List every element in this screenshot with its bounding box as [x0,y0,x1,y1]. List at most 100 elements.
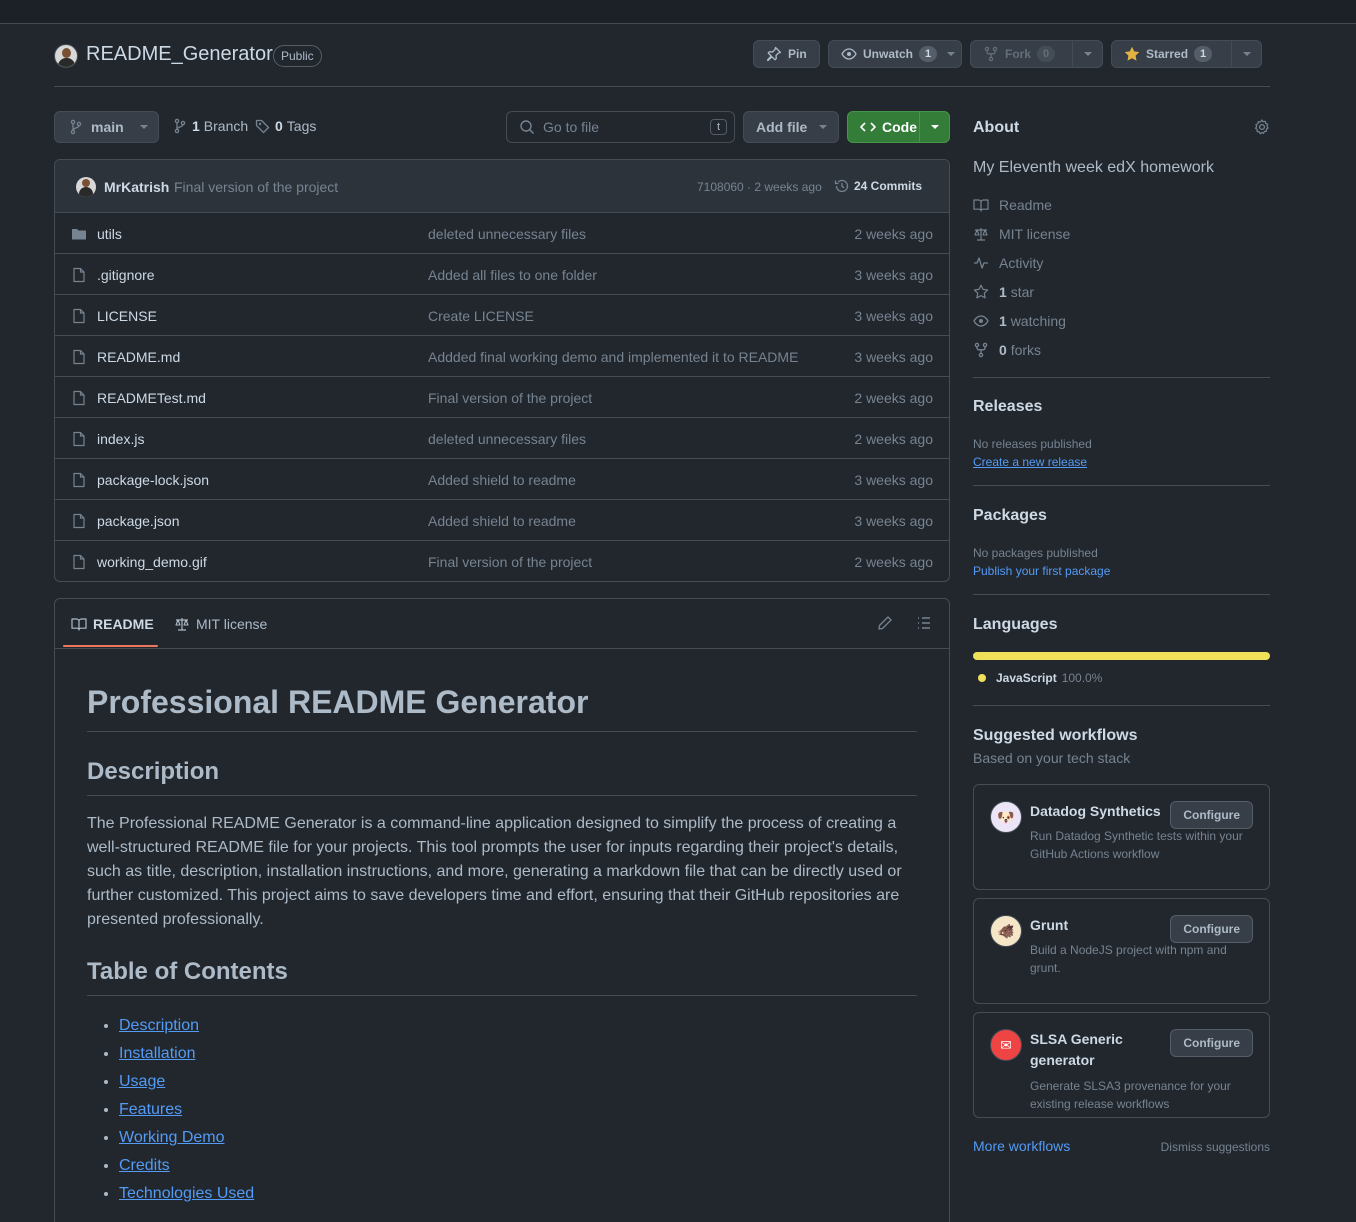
configure-button[interactable]: Configure [1170,915,1253,943]
readme-body: Professional README Generator Descriptio… [87,683,917,1208]
star-count: 1 [1194,46,1213,62]
forks-link[interactable]: 0 forks [973,342,1041,358]
dismiss-suggestions-button[interactable]: Dismiss suggestions [1161,1140,1270,1154]
file-icon [71,390,87,409]
code-dropdown[interactable] [919,112,949,142]
file-commit-message[interactable]: deleted unnecessary files [428,431,586,447]
file-commit-message[interactable]: Added shield to readme [428,513,576,529]
outline-list-icon[interactable] [916,615,932,631]
readme-link[interactable]: Readme [973,197,1052,213]
branch-selector[interactable]: main [54,111,159,143]
packages-heading[interactable]: Packages [973,507,1047,525]
author-avatar[interactable] [76,177,96,197]
commits-count: 24 Commits [854,179,923,193]
file-row[interactable]: .gitignore Added all files to one folder 3… [55,254,949,295]
code-button[interactable]: Code [847,111,950,143]
configure-button[interactable]: Configure [1170,801,1253,829]
file-commit-message[interactable]: Added shield to readme [428,472,576,488]
file-name[interactable]: READMETest.md [97,390,206,406]
file-row[interactable]: package.json Added shield to readme 3 week… [55,500,949,541]
divider [973,594,1270,595]
commit-author[interactable]: MrKatrish [104,179,169,195]
watch-count: 1 [919,46,938,62]
language-bar [973,652,1270,660]
readme-link-label: Readme [999,197,1052,213]
fork-dropdown[interactable] [1072,41,1102,67]
file-commit-message[interactable]: Added all files to one folder [428,267,597,283]
starred-button[interactable]: Starred 1 [1111,40,1262,68]
file-row[interactable]: READMETest.md Final version of the projec… [55,377,949,418]
toc-link[interactable]: Working Demo [119,1129,225,1146]
file-name[interactable]: README.md [97,349,180,365]
file-name[interactable]: package-lock.json [97,472,209,488]
owner-avatar[interactable] [54,44,78,68]
star-dropdown[interactable] [1231,41,1261,67]
chevron-down-icon [819,125,828,129]
license-link[interactable]: MIT license [973,226,1070,242]
file-commit-message[interactable]: Final version of the project [428,554,592,570]
stars-link[interactable]: 1 star [973,284,1034,300]
language-item-javascript[interactable]: JavaScript 100.0% [978,671,1102,685]
workflow-card: 🐗 Grunt Build a NodeJS project with npm an… [973,898,1270,1004]
branch-icon [70,119,82,135]
unwatch-button[interactable]: Unwatch 1 [828,40,962,68]
file-name[interactable]: index.js [97,431,144,447]
configure-button[interactable]: Configure [1170,1029,1253,1057]
branches-link[interactable]: 1 Branch [172,118,248,134]
file-row[interactable]: README.md Addded final working demo and i… [55,336,949,377]
pencil-icon[interactable] [877,615,893,631]
pin-button[interactable]: Pin [753,40,820,68]
readme-title: Professional README Generator [87,683,917,733]
create-release-link[interactable]: Create a new release [973,455,1087,469]
toc-link[interactable]: Installation [119,1045,196,1062]
toc-link[interactable]: Description [119,1017,199,1034]
toc-item: Description [119,1012,917,1040]
releases-heading[interactable]: Releases [973,398,1042,416]
file-date: 2 weeks ago [854,554,933,570]
eye-icon [841,48,857,60]
file-row[interactable]: LICENSE Create LICENSE 3 weeks ago [55,295,949,336]
file-row[interactable]: utils deleted unnecessary files 2 weeks ag… [55,213,949,254]
file-name[interactable]: package.json [97,513,180,529]
language-name: JavaScript [996,671,1057,685]
file-row[interactable]: package-lock.json Added shield to readme 3… [55,459,949,500]
repo-name[interactable]: README_Generator [86,43,273,66]
file-name[interactable]: working_demo.gif [97,554,207,570]
code-label: Code [882,119,917,135]
tab-readme[interactable]: README [71,616,154,632]
toc-link[interactable]: Usage [119,1073,165,1090]
fork-button[interactable]: Fork 0 [970,40,1103,68]
file-row[interactable]: working_demo.gif Final version of the pro… [55,541,949,581]
file-commit-message[interactable]: Create LICENSE [428,308,534,324]
file-row[interactable]: index.js deleted unnecessary files 2 weeks… [55,418,949,459]
file-icon [71,513,87,532]
file-commit-message[interactable]: Final version of the project [428,390,592,406]
watching-count: 1 [999,313,1007,329]
publish-package-link[interactable]: Publish your first package [973,564,1110,578]
chevron-down-icon[interactable] [947,52,956,56]
commits-link[interactable]: 24 Commits [834,178,922,194]
toc-link[interactable]: Credits [119,1157,170,1174]
workflow-description: Run Datadog Synthetic tests within your … [1030,829,1243,861]
file-name[interactable]: utils [97,226,122,242]
star-icon [973,284,989,299]
activity-link[interactable]: Activity [973,255,1043,271]
file-name[interactable]: .gitignore [97,267,155,283]
more-workflows-link[interactable]: More workflows [973,1138,1070,1154]
search-icon [520,120,535,135]
commit-hash-time[interactable]: 7108060 · 2 weeks ago [697,180,822,194]
code-icon [860,122,876,132]
go-to-file-input[interactable]: Go to file t [506,111,735,143]
file-commit-message[interactable]: deleted unnecessary files [428,226,586,242]
file-name[interactable]: LICENSE [97,308,157,324]
add-file-button[interactable]: Add file [743,111,839,143]
tags-link[interactable]: 0 Tags [255,118,316,134]
commit-message[interactable]: Final version of the project [174,179,338,195]
tab-license[interactable]: MIT license [174,616,267,632]
workflow-name: Datadog Synthetics [1030,803,1161,819]
file-commit-message[interactable]: Addded final working demo and implemente… [428,349,798,365]
watching-link[interactable]: 1 watching [973,313,1066,329]
toc-link[interactable]: Technologies Used [119,1185,254,1202]
gear-icon[interactable] [1254,119,1270,135]
toc-link[interactable]: Features [119,1101,182,1118]
